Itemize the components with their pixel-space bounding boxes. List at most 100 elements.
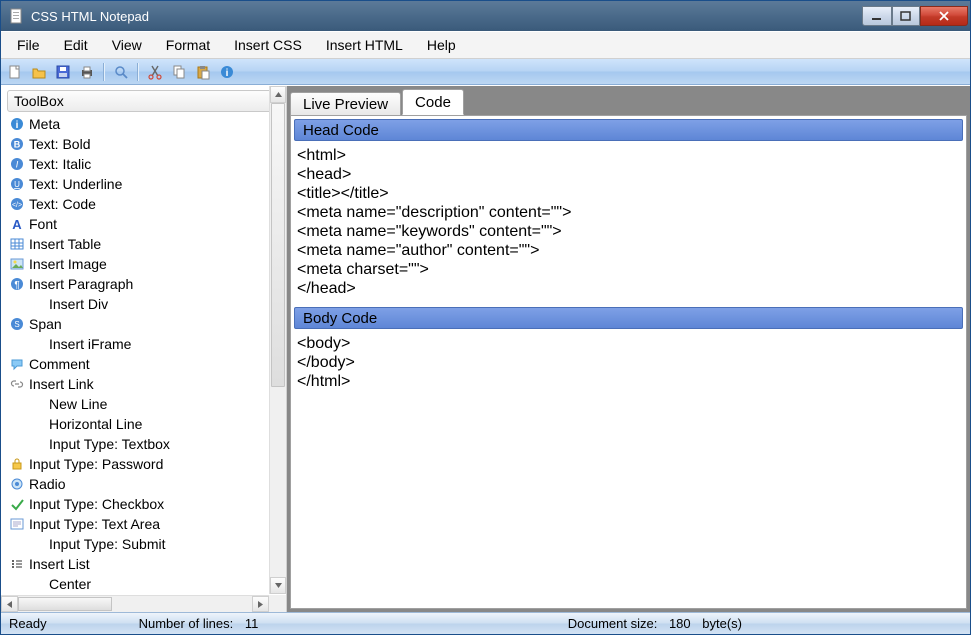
svg-text:S: S bbox=[14, 320, 19, 329]
toolbox-item[interactable]: Insert Link bbox=[9, 374, 286, 394]
toolbox-item[interactable]: IText: Italic bbox=[9, 154, 286, 174]
scroll-thumb[interactable] bbox=[18, 597, 112, 611]
blank-icon bbox=[29, 296, 45, 312]
svg-text:</>: </> bbox=[12, 202, 22, 209]
new-file-icon[interactable] bbox=[5, 62, 25, 82]
toolbox-item-label: Radio bbox=[29, 476, 66, 492]
sidebar-vertical-scrollbar[interactable] bbox=[269, 86, 286, 594]
tab-live-preview[interactable]: Live Preview bbox=[290, 92, 401, 116]
scroll-left-icon[interactable] bbox=[1, 596, 18, 612]
head-code-editor[interactable]: <html> <head> <title></title> <meta name… bbox=[291, 144, 966, 304]
cut-icon[interactable] bbox=[145, 62, 165, 82]
scroll-track[interactable] bbox=[18, 596, 252, 612]
menu-file[interactable]: File bbox=[5, 33, 52, 57]
toolbar: i bbox=[1, 59, 970, 85]
paragraph-icon: ¶ bbox=[9, 276, 25, 292]
image-icon bbox=[9, 256, 25, 272]
window-title: CSS HTML Notepad bbox=[31, 9, 149, 24]
status-lines-label: Number of lines: bbox=[139, 616, 234, 631]
menu-view[interactable]: View bbox=[100, 33, 154, 57]
blank-icon bbox=[29, 336, 45, 352]
toolbox-item-label: Meta bbox=[29, 116, 60, 132]
toolbar-separator bbox=[103, 63, 105, 81]
minimize-button[interactable] bbox=[862, 6, 892, 26]
toolbox-item[interactable]: Insert Table bbox=[9, 234, 286, 254]
toolbox-item[interactable]: Comment bbox=[9, 354, 286, 374]
toolbox-item[interactable]: Insert Image bbox=[9, 254, 286, 274]
toolbox-item-label: Input Type: Submit bbox=[49, 536, 165, 552]
open-folder-icon[interactable] bbox=[29, 62, 49, 82]
close-button[interactable] bbox=[920, 6, 968, 26]
toolbox-item[interactable]: Insert iFrame bbox=[9, 334, 286, 354]
toolbox-item-label: Text: Bold bbox=[29, 136, 90, 152]
toolbox-item[interactable]: </>Text: Code bbox=[9, 194, 286, 214]
svg-text:i: i bbox=[226, 68, 229, 79]
find-icon[interactable] bbox=[111, 62, 131, 82]
status-ready: Ready bbox=[9, 616, 47, 631]
scroll-up-icon[interactable] bbox=[270, 86, 286, 103]
status-docsize-label: Document size: bbox=[568, 616, 658, 631]
toolbox-item[interactable]: BText: Bold bbox=[9, 134, 286, 154]
help-icon[interactable]: i bbox=[217, 62, 237, 82]
body-code-header: Body Code bbox=[294, 307, 963, 329]
toolbox-item[interactable]: Insert Div bbox=[9, 294, 286, 314]
toolbox-header[interactable]: ToolBox bbox=[7, 90, 280, 112]
body-code-editor[interactable]: <body> </body> </html> bbox=[291, 332, 966, 397]
password-icon bbox=[9, 456, 25, 472]
menu-format[interactable]: Format bbox=[154, 33, 222, 57]
blank-icon bbox=[29, 416, 45, 432]
toolbox-item[interactable]: Input Type: Submit bbox=[9, 534, 286, 554]
tab-code[interactable]: Code bbox=[402, 89, 464, 115]
svg-text:¶: ¶ bbox=[14, 280, 19, 291]
menu-edit[interactable]: Edit bbox=[52, 33, 100, 57]
paste-icon[interactable] bbox=[193, 62, 213, 82]
svg-text:i: i bbox=[16, 120, 19, 131]
toolbox-item-label: Input Type: Text Area bbox=[29, 516, 160, 532]
code-icon: </> bbox=[9, 196, 25, 212]
toolbox-item-label: Input Type: Textbox bbox=[49, 436, 170, 452]
font-icon: A bbox=[9, 216, 25, 232]
menu-insert-html[interactable]: Insert HTML bbox=[314, 33, 415, 57]
sidebar-horizontal-scrollbar[interactable] bbox=[1, 595, 269, 612]
toolbox-item[interactable]: Insert List bbox=[9, 554, 286, 574]
editor-area: Live Preview Code Head Code <html> <head… bbox=[287, 86, 970, 612]
print-icon[interactable] bbox=[77, 62, 97, 82]
toolbox-item[interactable]: Center bbox=[9, 574, 286, 594]
toolbox-item[interactable]: Radio bbox=[9, 474, 286, 494]
toolbox-item-label: Insert Image bbox=[29, 256, 107, 272]
toolbox-item-label: Center bbox=[49, 576, 91, 592]
menubar: File Edit View Format Insert CSS Insert … bbox=[1, 31, 970, 59]
head-code-section: Head Code <html> <head> <title></title> … bbox=[291, 116, 966, 304]
code-panes: Head Code <html> <head> <title></title> … bbox=[290, 115, 967, 609]
status-ready-text: Ready bbox=[9, 616, 47, 631]
menu-help[interactable]: Help bbox=[415, 33, 468, 57]
scroll-thumb[interactable] bbox=[271, 103, 285, 387]
save-icon[interactable] bbox=[53, 62, 73, 82]
toolbox-item[interactable]: Horizontal Line bbox=[9, 414, 286, 434]
toolbox-item-label: Insert Link bbox=[29, 376, 94, 392]
scroll-right-icon[interactable] bbox=[252, 596, 269, 612]
toolbox-item[interactable]: AFont bbox=[9, 214, 286, 234]
copy-icon[interactable] bbox=[169, 62, 189, 82]
app-icon bbox=[9, 8, 25, 24]
status-lines: Number of lines: 11 bbox=[139, 616, 259, 631]
statusbar: Ready Number of lines: 11 Document size:… bbox=[1, 612, 970, 634]
scroll-track[interactable] bbox=[270, 103, 286, 577]
scroll-down-icon[interactable] bbox=[270, 577, 286, 594]
underline-icon: U bbox=[9, 176, 25, 192]
toolbox-item[interactable]: i Meta bbox=[9, 114, 286, 134]
toolbox-item[interactable]: ¶Insert Paragraph bbox=[9, 274, 286, 294]
status-docsize-unit: byte(s) bbox=[702, 616, 742, 631]
maximize-button[interactable] bbox=[892, 6, 920, 26]
toolbox-item[interactable]: Input Type: Checkbox bbox=[9, 494, 286, 514]
toolbox-item[interactable]: SSpan bbox=[9, 314, 286, 334]
menu-insert-css[interactable]: Insert CSS bbox=[222, 33, 314, 57]
svg-text:U: U bbox=[14, 180, 20, 189]
toolbox-item[interactable]: Input Type: Password bbox=[9, 454, 286, 474]
toolbox-item-label: Insert Table bbox=[29, 236, 101, 252]
toolbox-item[interactable]: Input Type: Text Area bbox=[9, 514, 286, 534]
toolbox-item[interactable]: New Line bbox=[9, 394, 286, 414]
toolbox-item[interactable]: Input Type: Textbox bbox=[9, 434, 286, 454]
toolbox-item-label: Input Type: Password bbox=[29, 456, 163, 472]
toolbox-item[interactable]: UText: Underline bbox=[9, 174, 286, 194]
